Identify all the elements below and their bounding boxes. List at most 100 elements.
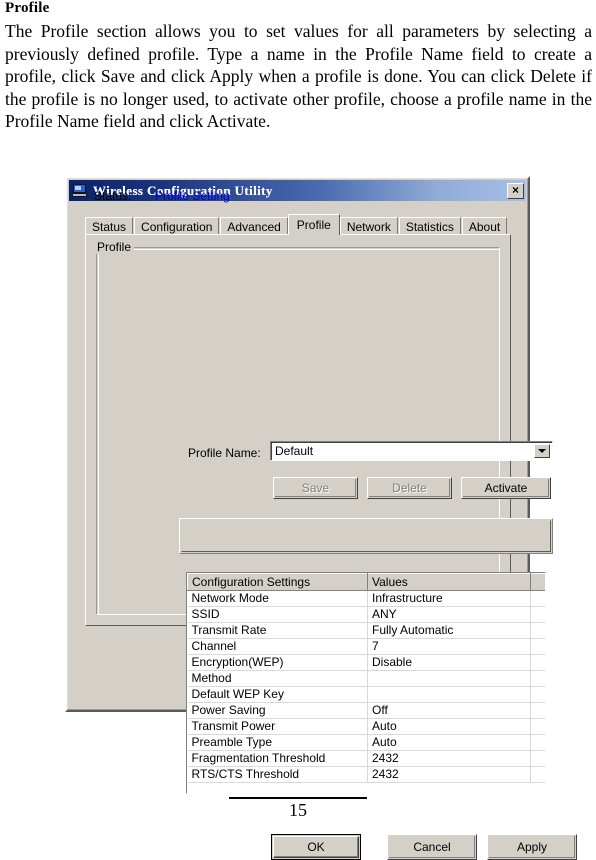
cell-value: Off: [367, 702, 531, 719]
profile-name-combobox[interactable]: Default: [270, 441, 553, 461]
cell-spacer: [530, 702, 545, 719]
tab-configuration[interactable]: Configuration: [134, 217, 220, 235]
table-row[interactable]: Transmit Power Auto: [187, 718, 545, 735]
cell-setting: RTS/CTS Threshold: [187, 766, 368, 783]
cell-setting: Network Mode: [187, 590, 368, 607]
tab-panel-profile: Profile: [85, 234, 511, 626]
status-panel: [179, 518, 553, 554]
save-button-label: Save: [301, 481, 330, 495]
table-body: Network Mode Infrastructure SSID ANY Transmi…: [187, 590, 545, 783]
tab-label: Status: [92, 219, 127, 234]
cell-value: 2432: [367, 766, 531, 783]
cell-setting: Transmit Rate: [187, 622, 368, 639]
cell-value: Fully Automatic: [367, 622, 531, 639]
cell-spacer: [530, 670, 545, 687]
page-title: Profile: [5, 0, 50, 16]
body-paragraph: The Profile section allows you to set va…: [5, 21, 592, 131]
table-row[interactable]: Power Saving Off: [187, 702, 545, 719]
ok-button[interactable]: OK: [271, 834, 361, 860]
delete-button[interactable]: Delete: [367, 477, 452, 499]
page-number: 15: [289, 800, 307, 820]
save-button[interactable]: Save: [273, 477, 358, 499]
cell-value: [367, 670, 531, 687]
cell-value: [367, 686, 531, 703]
tab-label: Network: [346, 219, 391, 234]
profile-name-label: Profile Name:: [188, 446, 261, 460]
tab-advanced[interactable]: Advanced: [220, 217, 288, 235]
cell-setting: Transmit Power: [187, 718, 368, 735]
table-row[interactable]: Channel 7: [187, 638, 545, 655]
close-button[interactable]: ×: [507, 182, 524, 199]
cell-spacer: [530, 750, 545, 767]
cell-spacer: [530, 622, 545, 639]
tab-status[interactable]: Status: [85, 217, 134, 235]
delete-button-label: Delete: [392, 481, 427, 495]
computer-icon: [72, 183, 88, 198]
cell-value: ANY: [367, 606, 531, 623]
cell-setting: Preamble Type: [187, 734, 368, 751]
cell-spacer: [530, 734, 545, 751]
table-row[interactable]: Transmit Rate Fully Automatic: [187, 622, 545, 639]
cell-setting: Encryption(WEP): [187, 654, 368, 671]
tab-label: About: [468, 219, 501, 234]
column-header-value[interactable]: Values: [367, 573, 531, 591]
tab-label: Configuration: [141, 219, 213, 234]
cell-value: Disable: [367, 654, 531, 671]
cell-spacer: [530, 606, 545, 623]
profile-groupbox: [96, 247, 500, 615]
configuration-settings-table: Configuration Settings Values Network Mo…: [186, 572, 546, 794]
table-row[interactable]: Fragmentation Threshold 2432: [187, 750, 545, 767]
wireless-configuration-dialog: Wireless Configuration Utility × Status …: [65, 176, 577, 860]
activate-button[interactable]: Activate: [461, 477, 551, 499]
cell-spacer: [530, 766, 545, 783]
status-value: Profile Setting: [155, 189, 230, 203]
cell-value: 2432: [367, 750, 531, 767]
close-icon: ×: [511, 183, 519, 197]
cell-setting: Channel: [187, 638, 368, 655]
cell-spacer: [530, 686, 545, 703]
tab-label: Statistics: [405, 219, 454, 234]
cell-value: 7: [367, 638, 531, 655]
cell-setting: Fragmentation Threshold: [187, 750, 368, 767]
cell-setting: Power Saving: [187, 702, 368, 719]
profile-name-value: Default: [275, 444, 314, 458]
cell-setting: Method: [187, 670, 368, 687]
status-label: Status:: [94, 189, 132, 203]
cell-value: Auto: [367, 718, 531, 735]
cell-value: Auto: [367, 734, 531, 751]
tab-label: Advanced: [227, 219, 281, 234]
tab-about[interactable]: About: [461, 217, 508, 235]
tab-label: Profile: [296, 218, 331, 232]
cell-spacer: [530, 654, 545, 671]
tab-statistics[interactable]: Statistics: [398, 217, 461, 235]
cell-value: Infrastructure: [367, 590, 531, 607]
table-row[interactable]: RTS/CTS Threshold 2432: [187, 766, 545, 783]
cell-spacer: [530, 718, 545, 735]
cancel-button[interactable]: Cancel: [387, 834, 477, 860]
tab-profile[interactable]: Profile: [287, 214, 340, 235]
chevron-down-icon[interactable]: [534, 444, 550, 458]
apply-button-label: Apply: [516, 840, 548, 854]
cancel-button-label: Cancel: [413, 840, 451, 854]
cell-setting: SSID: [187, 606, 368, 623]
cell-setting: Default WEP Key: [187, 686, 368, 703]
tab-bar: Status Configuration Advanced Profile Ne…: [85, 214, 511, 235]
table-row[interactable]: Encryption(WEP) Disable: [187, 654, 545, 671]
activate-button-label: Activate: [484, 481, 528, 495]
table-row[interactable]: Network Mode Infrastructure: [187, 590, 545, 607]
table-header-row: Configuration Settings Values: [187, 573, 545, 591]
table-row[interactable]: Method: [187, 670, 545, 687]
cell-spacer: [530, 590, 545, 607]
table-row[interactable]: Default WEP Key: [187, 686, 545, 703]
apply-button[interactable]: Apply: [487, 834, 577, 860]
dialog-titlebar[interactable]: Wireless Configuration Utility ×: [69, 180, 526, 201]
table-row[interactable]: Preamble Type Auto: [187, 734, 545, 751]
tab-network[interactable]: Network: [339, 217, 398, 235]
column-header-spacer: [530, 573, 545, 591]
ok-button-label: OK: [307, 840, 325, 854]
cell-spacer: [530, 638, 545, 655]
profile-groupbox-title: Profile: [94, 240, 135, 254]
table-row[interactable]: SSID ANY: [187, 606, 545, 623]
column-header-setting[interactable]: Configuration Settings: [187, 573, 368, 591]
footer-divider: [229, 797, 367, 799]
